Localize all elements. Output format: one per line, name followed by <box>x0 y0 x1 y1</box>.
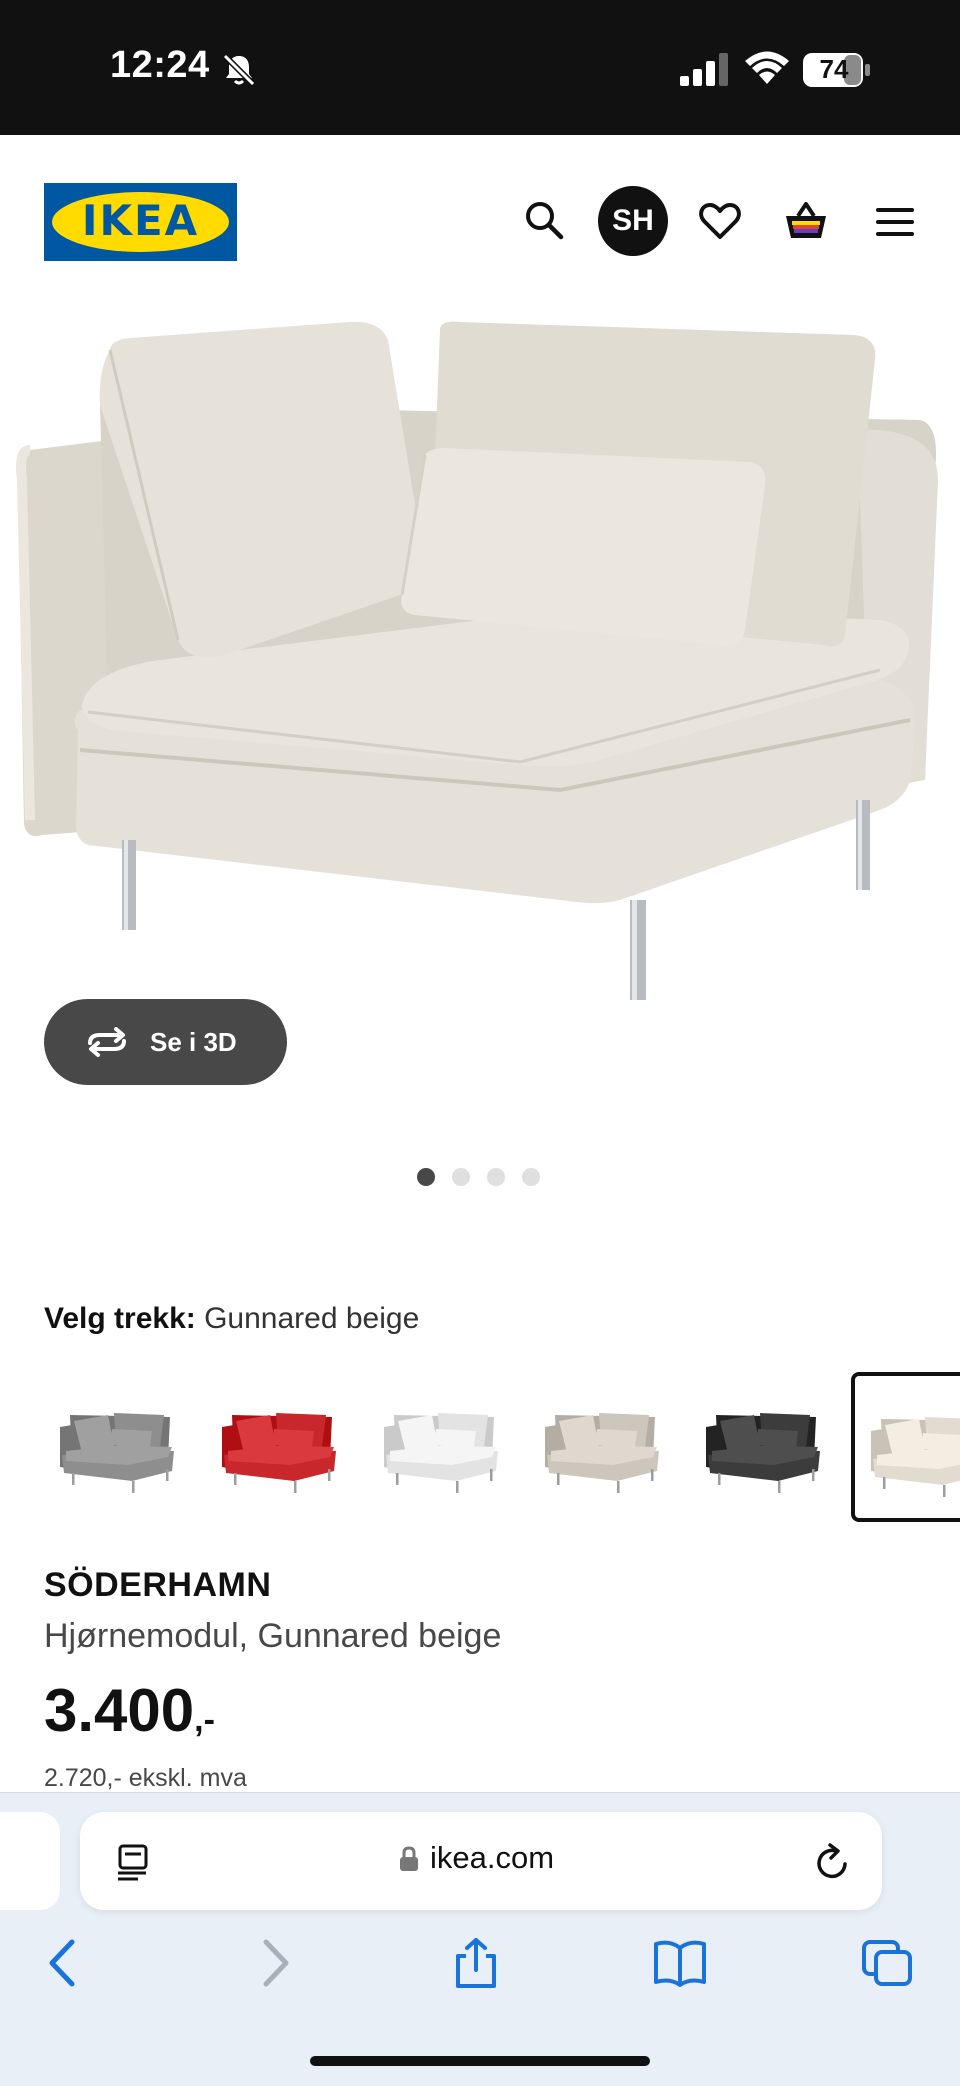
wifi-icon <box>745 51 789 84</box>
heart-icon[interactable] <box>699 202 741 240</box>
view-3d-label: Se i 3D <box>150 1026 237 1057</box>
variant-swatch[interactable] <box>368 1372 518 1522</box>
bell-slash-icon <box>222 53 256 87</box>
lock-icon <box>400 1846 418 1871</box>
variant-swatches <box>44 1372 960 1524</box>
forward-icon[interactable] <box>246 1938 302 1988</box>
menu-icon[interactable] <box>876 206 914 238</box>
url-text[interactable]: ikea.com <box>430 1840 554 1876</box>
gallery-dot[interactable] <box>417 1168 435 1186</box>
ikea-logo[interactable]: IKEA <box>44 183 237 261</box>
bookmarks-icon[interactable] <box>652 1938 708 1988</box>
product-name: SÖDERHAMN <box>44 1566 272 1604</box>
search-icon[interactable] <box>524 200 564 240</box>
price-suffix: ,- <box>194 1701 215 1739</box>
swatch-sofa-thumbnail <box>871 1417 960 1497</box>
swatch-sofa-thumbnail <box>222 1413 336 1493</box>
battery-level: 74 <box>819 54 849 84</box>
gallery-pagination <box>417 1168 540 1186</box>
status-time: 12:24 <box>110 44 210 86</box>
reader-mode-icon[interactable] <box>116 1842 152 1882</box>
cover-value: Gunnared beige <box>204 1302 420 1335</box>
reload-icon[interactable] <box>814 1842 852 1882</box>
cover-selection: Velg trekk: Gunnared beige <box>44 1302 419 1336</box>
swatch-sofa-thumbnail <box>706 1413 820 1493</box>
rotate-3d-icon <box>88 1027 126 1057</box>
swatch-sofa-thumbnail <box>384 1413 498 1493</box>
status-bar: 12:24 74 <box>0 0 960 135</box>
cellular-signal-icon <box>680 53 728 86</box>
swatch-sofa-thumbnail <box>60 1413 174 1493</box>
home-indicator[interactable] <box>310 2056 650 2066</box>
avatar[interactable]: SH <box>598 186 668 256</box>
product-description: Hjørnemodul, Gunnared beige <box>44 1617 502 1655</box>
variant-swatch[interactable] <box>206 1372 356 1522</box>
gallery-dot[interactable] <box>452 1168 470 1186</box>
product-price: 3.400,- <box>44 1676 215 1745</box>
variant-swatch[interactable] <box>529 1372 679 1522</box>
previous-tab-card[interactable] <box>0 1812 60 1910</box>
price-excluding-vat: 2.720,- ekskl. mva <box>44 1764 247 1792</box>
variant-swatch[interactable] <box>44 1372 194 1522</box>
gallery-dot[interactable] <box>487 1168 505 1186</box>
variant-swatch-selected[interactable] <box>851 1372 960 1522</box>
cover-label: Velg trekk: <box>44 1302 196 1335</box>
swatch-sofa-thumbnail <box>545 1413 659 1493</box>
logo-text: IKEA <box>81 196 200 245</box>
variant-swatch[interactable] <box>690 1372 840 1522</box>
gallery-dot[interactable] <box>522 1168 540 1186</box>
tabs-icon[interactable] <box>860 1938 916 1988</box>
price-value: 3.400 <box>44 1677 195 1744</box>
cart-icon[interactable] <box>784 200 828 244</box>
back-icon[interactable] <box>36 1938 92 1988</box>
share-icon[interactable] <box>448 1938 504 1988</box>
product-image[interactable] <box>0 310 960 1010</box>
view-3d-button[interactable]: Se i 3D <box>44 999 287 1085</box>
